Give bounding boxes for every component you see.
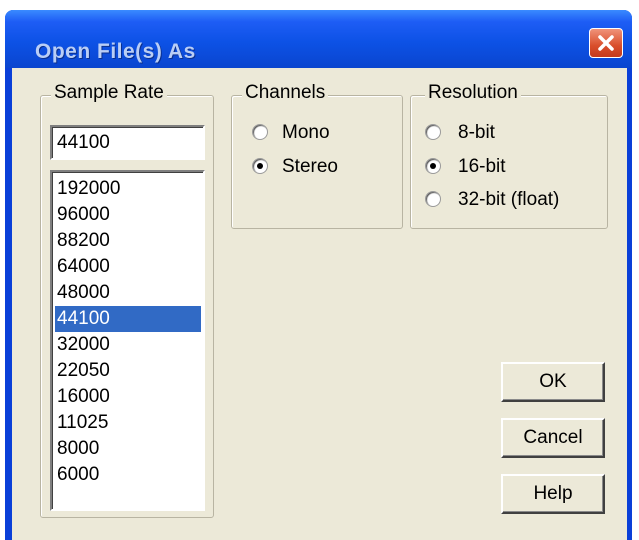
title-bar[interactable]: Open File(s) As: [5, 10, 632, 68]
sample-rate-legend: Sample Rate: [51, 82, 167, 104]
sample-rate-input[interactable]: 44100: [50, 125, 205, 160]
sample-rate-list-item[interactable]: 16000: [55, 384, 201, 410]
16bit-label[interactable]: 16-bit: [458, 156, 506, 178]
channels-legend: Channels: [242, 82, 329, 104]
sample-rate-list-item[interactable]: 11025: [55, 410, 201, 436]
sample-rate-list-item[interactable]: 96000: [55, 202, 201, 228]
help-button[interactable]: Help: [501, 474, 605, 514]
resolution-legend: Resolution: [425, 82, 521, 104]
sample-rate-list-item[interactable]: 88200: [55, 228, 201, 254]
8bit-radio[interactable]: [425, 124, 441, 140]
16bit-radio[interactable]: [425, 158, 441, 174]
sample-rate-list-item[interactable]: 44100: [55, 306, 201, 332]
stereo-radio[interactable]: [252, 158, 268, 174]
sample-rate-list-item[interactable]: 48000: [55, 280, 201, 306]
sample-rate-list-item[interactable]: 8000: [55, 436, 201, 462]
close-icon: [598, 35, 614, 51]
8bit-label[interactable]: 8-bit: [458, 122, 495, 144]
mono-radio[interactable]: [252, 124, 268, 140]
ok-button[interactable]: OK: [501, 362, 605, 402]
cancel-button[interactable]: Cancel: [501, 418, 605, 458]
sample-rate-list-item[interactable]: 22050: [55, 358, 201, 384]
stereo-radio-dot: [257, 163, 263, 169]
16bit-radio-dot: [430, 163, 436, 169]
sample-rate-list[interactable]: 192000 96000 88200 64000 48000 44100 32000 2205…: [50, 170, 205, 511]
mono-label[interactable]: Mono: [282, 122, 330, 144]
stereo-label[interactable]: Stereo: [282, 156, 338, 178]
sample-rate-value: 44100: [57, 132, 110, 153]
dialog-title: Open File(s) As: [35, 40, 196, 63]
sample-rate-list-item[interactable]: 192000: [55, 176, 201, 202]
sample-rate-list-item[interactable]: 64000: [55, 254, 201, 280]
dialog-body: Sample Rate 44100 192000 96000 88200 64000 4…: [12, 68, 627, 540]
sample-rate-list-item[interactable]: 32000: [55, 332, 201, 358]
close-button[interactable]: [589, 28, 623, 58]
32bit-radio[interactable]: [425, 191, 441, 207]
sample-rate-list-item[interactable]: 6000: [55, 462, 201, 488]
32bit-label[interactable]: 32-bit (float): [458, 189, 559, 211]
